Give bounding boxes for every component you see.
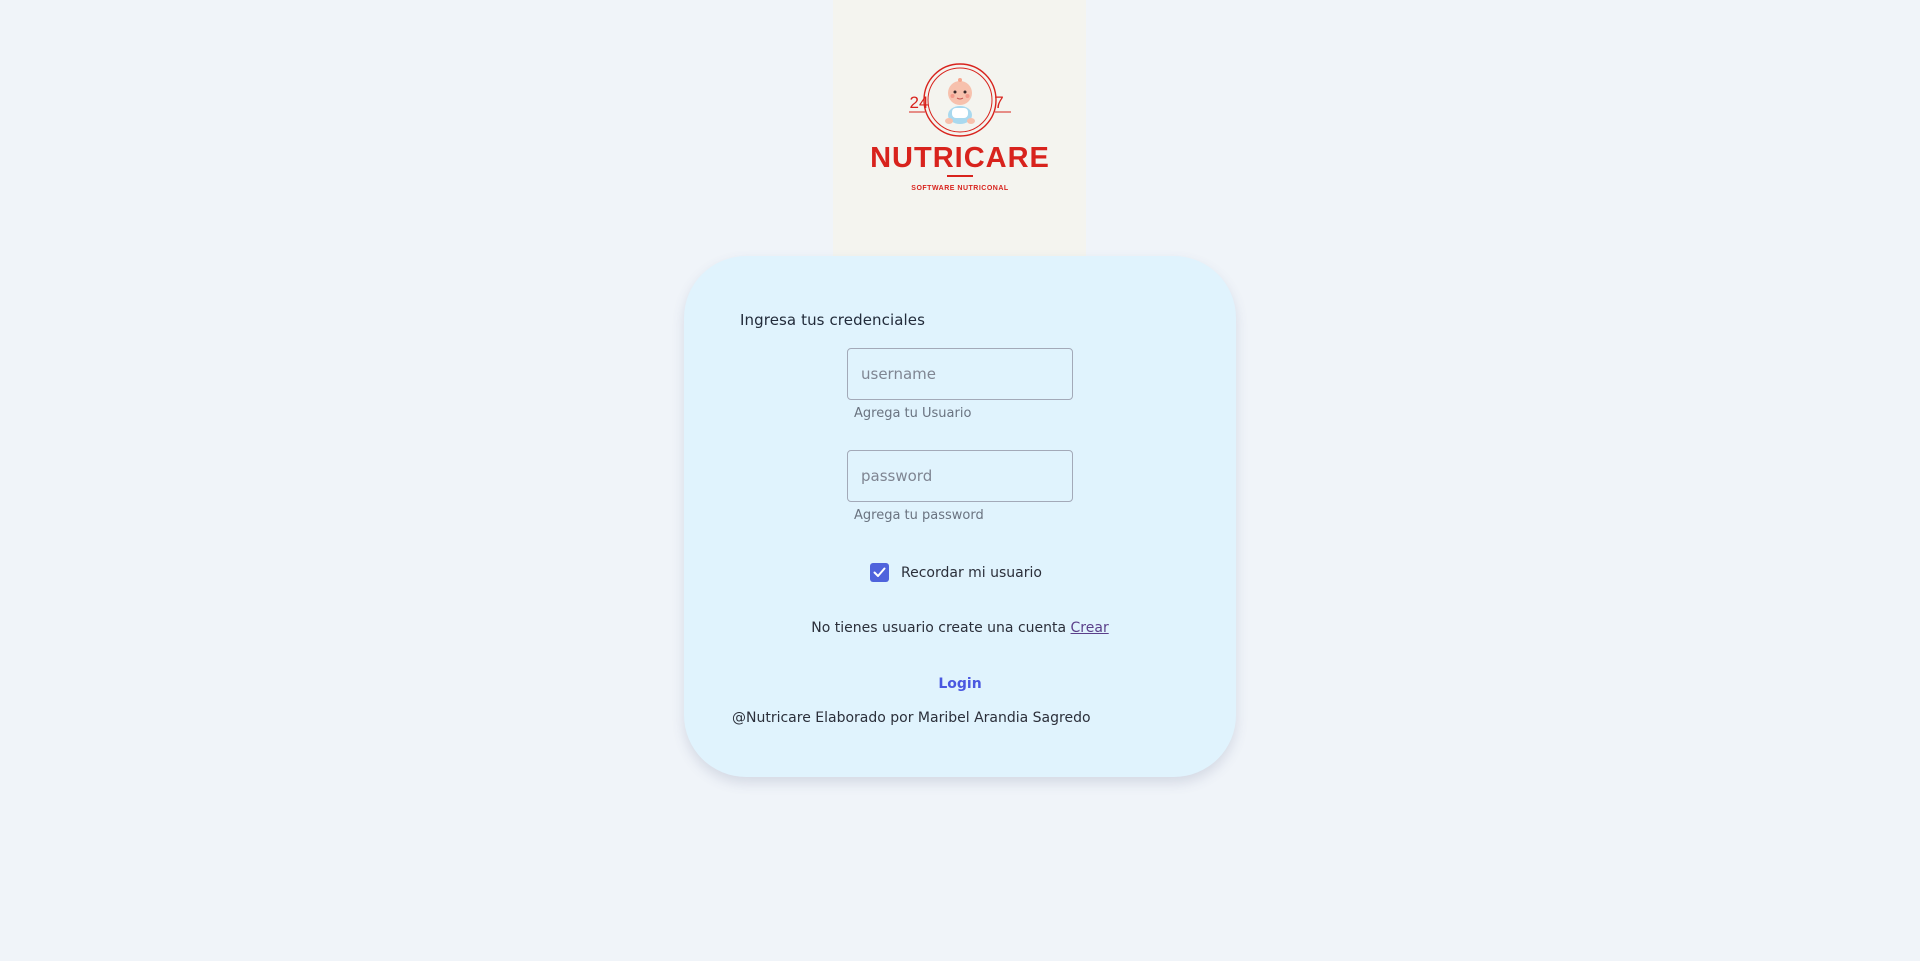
remember-user-checkbox[interactable]: [870, 563, 889, 582]
logo-number-right: 7: [994, 93, 1003, 112]
username-helper-text: Agrega tu Usuario: [854, 406, 972, 421]
signup-text: No tienes usuario create una cuenta: [811, 620, 1067, 636]
password-helper-text: Agrega tu password: [854, 508, 984, 523]
login-button[interactable]: Login: [910, 666, 1010, 702]
footer-credit: @Nutricare Elaborado por Maribel Arandia…: [732, 710, 1091, 726]
signup-prompt: No tienes usuario create una cuenta Crea…: [684, 620, 1236, 636]
logo-panel: 24 7 NUTRICARE SOFTWARE NUTRICONAL: [833, 0, 1086, 256]
password-input[interactable]: [847, 450, 1073, 502]
remember-user-label: Recordar mi usuario: [901, 564, 1042, 581]
remember-user-row[interactable]: Recordar mi usuario: [870, 563, 1042, 582]
username-input[interactable]: [847, 348, 1073, 400]
nutricare-logo: 24 7 NUTRICARE SOFTWARE NUTRICONAL: [870, 63, 1050, 192]
login-card: Ingresa tus credenciales Agrega tu Usuar…: [684, 256, 1236, 777]
logo-tagline: SOFTWARE NUTRICONAL: [911, 185, 1009, 192]
logo-brand-text: NUTRICARE: [870, 142, 1050, 174]
check-icon: [873, 567, 886, 577]
logo-number-left: 24: [910, 93, 929, 112]
create-account-link[interactable]: Crear: [1071, 620, 1109, 636]
baby-icon: [945, 78, 975, 124]
login-title: Ingresa tus credenciales: [740, 311, 926, 329]
